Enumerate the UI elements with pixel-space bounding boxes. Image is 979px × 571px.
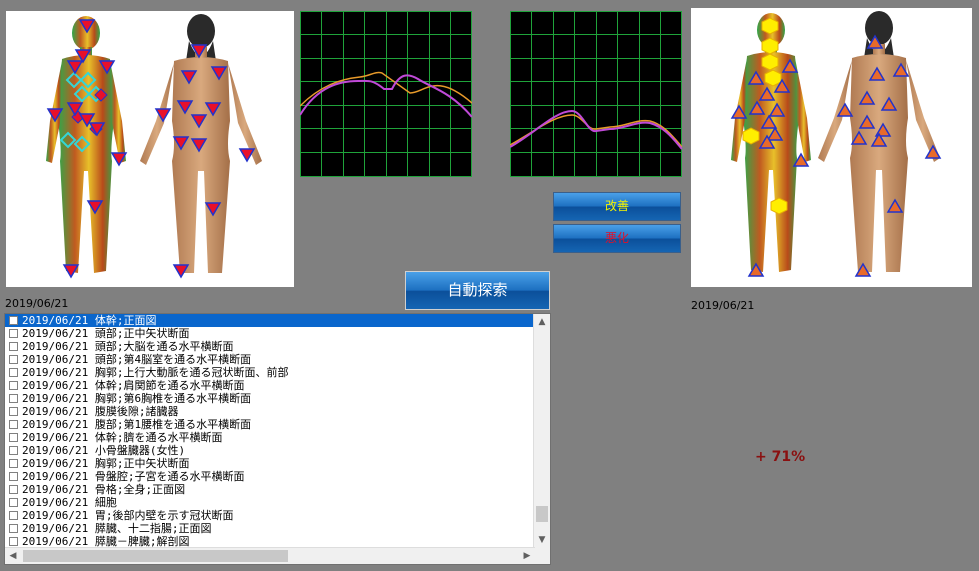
- list-item-label: 2019/06/21 腹部;第1腰椎を通る水平横断面: [22, 418, 252, 431]
- waveform-chart-left: [300, 11, 472, 177]
- list-item-checkbox[interactable]: [9, 433, 18, 442]
- list-item[interactable]: 2019/06/21 膵臓、十二指腸;正面図: [5, 522, 535, 535]
- list-item[interactable]: 2019/06/21 体幹;正面図: [5, 314, 535, 327]
- worsen-button[interactable]: 悪化: [553, 224, 681, 253]
- list-item[interactable]: 2019/06/21 頭部;正中矢状断面: [5, 327, 535, 340]
- list-item-label: 2019/06/21 頭部;正中矢状断面: [22, 327, 190, 340]
- list-item-label: 2019/06/21 体幹;臍を通る水平横断面: [22, 431, 223, 444]
- list-item-checkbox[interactable]: [9, 355, 18, 364]
- list-item[interactable]: 2019/06/21 骨格;全身;正面図: [5, 483, 535, 496]
- list-item[interactable]: 2019/06/21 胸郭;上行大動脈を通る冠状断面、前部: [5, 366, 535, 379]
- list-item[interactable]: 2019/06/21 胃;後部内壁を示す冠状断面: [5, 509, 535, 522]
- list-item[interactable]: 2019/06/21 骨盤腔;子宮を通る水平横断面: [5, 470, 535, 483]
- list-item[interactable]: 2019/06/21 胸郭;第6胸椎を通る水平横断面: [5, 392, 535, 405]
- list-item-label: 2019/06/21 膵臓、十二指腸;正面図: [22, 522, 212, 535]
- left-panel-date: 2019/06/21: [5, 297, 69, 310]
- list-item-label: 2019/06/21 骨格;全身;正面図: [22, 483, 186, 496]
- list-item-checkbox[interactable]: [9, 316, 18, 325]
- list-item-label: 2019/06/21 頭部;第4脳室を通る水平横断面: [22, 353, 252, 366]
- change-percent: + 71%: [755, 449, 806, 465]
- list-item-checkbox[interactable]: [9, 446, 18, 455]
- list-item-checkbox[interactable]: [9, 459, 18, 468]
- list-item-label: 2019/06/21 体幹;正面図: [22, 314, 157, 327]
- list-item-checkbox[interactable]: [9, 420, 18, 429]
- list-item-checkbox[interactable]: [9, 537, 18, 546]
- list-item-checkbox[interactable]: [9, 472, 18, 481]
- list-item[interactable]: 2019/06/21 細胞: [5, 496, 535, 509]
- horizontal-scrollbar[interactable]: ◀ ▶: [5, 547, 535, 564]
- list-item[interactable]: 2019/06/21 腹部;第1腰椎を通る水平横断面: [5, 418, 535, 431]
- improve-button-label: 改善: [604, 199, 629, 213]
- list-item-label: 2019/06/21 胃;後部内壁を示す冠状断面: [22, 509, 234, 522]
- list-item-label: 2019/06/21 細胞: [22, 496, 117, 509]
- scroll-left-arrow-icon[interactable]: ◀: [5, 548, 21, 564]
- horizontal-scroll-thumb[interactable]: [23, 550, 288, 562]
- list-item-checkbox[interactable]: [9, 524, 18, 533]
- waveform-chart-right: [510, 11, 682, 177]
- list-item-checkbox[interactable]: [9, 485, 18, 494]
- list-item-label: 2019/06/21 腹膜後隙;諸臓器: [22, 405, 179, 418]
- list-item[interactable]: 2019/06/21 頭部;大脳を通る水平横断面: [5, 340, 535, 353]
- auto-search-button-label: 自動探索: [447, 281, 508, 299]
- history-list[interactable]: 2019/06/21 体幹;正面図 2019/06/21 頭部;正中矢状断面 201…: [4, 313, 551, 565]
- list-item-checkbox[interactable]: [9, 381, 18, 390]
- auto-search-button[interactable]: 自動探索: [405, 271, 550, 310]
- list-item-checkbox[interactable]: [9, 498, 18, 507]
- list-item-label: 2019/06/21 胸郭;第6胸椎を通る水平横断面: [22, 392, 252, 405]
- left-body-panel: [6, 11, 294, 287]
- list-item[interactable]: 2019/06/21 体幹;肩関節を通る水平横断面: [5, 379, 535, 392]
- list-item-checkbox[interactable]: [9, 407, 18, 416]
- improve-button[interactable]: 改善: [553, 192, 681, 221]
- list-item-checkbox[interactable]: [9, 368, 18, 377]
- list-item-checkbox[interactable]: [9, 511, 18, 520]
- right-body-panel: [691, 8, 972, 287]
- chart-grid: [510, 11, 682, 177]
- scroll-right-arrow-icon[interactable]: ▶: [519, 548, 535, 564]
- scroll-down-arrow-icon[interactable]: ▼: [534, 532, 550, 548]
- list-item-label: 2019/06/21 頭部;大脳を通る水平横断面: [22, 340, 234, 353]
- right-panel-date: 2019/06/21: [691, 299, 755, 312]
- right-body-figures: [730, 11, 942, 277]
- list-item-label: 2019/06/21 体幹;肩関節を通る水平横断面: [22, 379, 245, 392]
- list-item-checkbox[interactable]: [9, 342, 18, 351]
- scrollbar-corner: [534, 548, 550, 564]
- vertical-scrollbar[interactable]: ▲ ▼: [533, 314, 550, 548]
- list-item[interactable]: 2019/06/21 体幹;臍を通る水平横断面: [5, 431, 535, 444]
- list-item[interactable]: 2019/06/21 小骨盤臓器(女性): [5, 444, 535, 457]
- list-item-label: 2019/06/21 骨盤腔;子宮を通る水平横断面: [22, 470, 245, 483]
- left-body-figures: [46, 14, 262, 279]
- list-item-checkbox[interactable]: [9, 394, 18, 403]
- list-item-label: 2019/06/21 小骨盤臓器(女性): [22, 444, 186, 457]
- vertical-scroll-thumb[interactable]: [536, 506, 548, 522]
- list-item-label: 2019/06/21 胸郭;正中矢状断面: [22, 457, 190, 470]
- list-item[interactable]: 2019/06/21 胸郭;正中矢状断面: [5, 457, 535, 470]
- list-item[interactable]: 2019/06/21 頭部;第4脳室を通る水平横断面: [5, 353, 535, 366]
- scroll-up-arrow-icon[interactable]: ▲: [534, 314, 550, 330]
- list-item-label: 2019/06/21 胸郭;上行大動脈を通る冠状断面、前部: [22, 366, 289, 379]
- list-item-checkbox[interactable]: [9, 329, 18, 338]
- list-item[interactable]: 2019/06/21 腹膜後隙;諸臓器: [5, 405, 535, 418]
- worsen-button-label: 悪化: [604, 231, 629, 245]
